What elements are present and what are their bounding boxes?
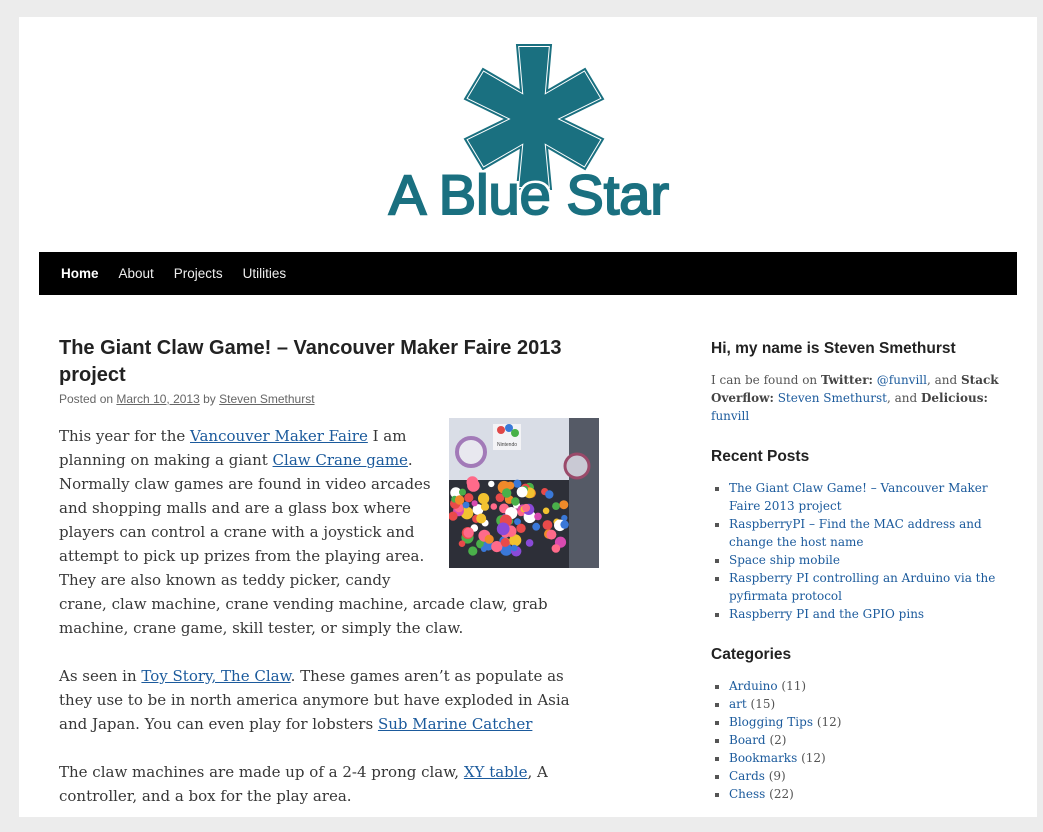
category-link[interactable]: Arduino <box>729 679 778 693</box>
category-link[interactable]: Board <box>729 733 766 747</box>
main-content: The Giant Claw Game! – Vancouver Maker F… <box>59 335 599 832</box>
list-item: The Giant Claw Game! – Vancouver Maker F… <box>729 479 1001 515</box>
sidebar: Hi, my name is Steven Smethurst I can be… <box>711 339 1001 825</box>
recent-posts-widget: Recent Posts The Giant Claw Game! – Vanc… <box>711 447 1001 623</box>
xy-table-link[interactable]: XY table <box>464 763 528 781</box>
post-title-link[interactable]: The Giant Claw Game! – Vancouver Maker F… <box>59 337 561 386</box>
category-count: (15) <box>746 697 776 711</box>
category-count: (11) <box>777 679 807 693</box>
twitter-link[interactable]: @funvill <box>877 373 927 387</box>
category-link[interactable]: Bookmarks <box>729 751 797 765</box>
recent-post-link[interactable]: RaspberryPI – Find the MAC address and c… <box>729 517 982 549</box>
category-link[interactable]: art <box>729 697 747 711</box>
category-count: (12) <box>797 751 826 765</box>
recent-post-link[interactable]: Raspberry PI controlling an Arduino via … <box>729 571 995 603</box>
about-text: I can be found on Twitter: @funvill, and… <box>711 371 1001 425</box>
list-item: Raspberry PI controlling an Arduino via … <box>729 569 1001 605</box>
recent-post-link[interactable]: Raspberry PI and the GPIO pins <box>729 607 924 621</box>
about-widget: Hi, my name is Steven Smethurst I can be… <box>711 339 1001 425</box>
p2-text-1: As seen in <box>59 667 142 685</box>
list-item: Arduino (11) <box>729 677 1001 695</box>
post-meta: Posted on March 10, 2013 by Steven Smeth… <box>59 390 599 408</box>
about-widget-title: Hi, my name is Steven Smethurst <box>711 340 956 357</box>
recent-post-link[interactable]: Space ship mobile <box>729 553 840 567</box>
logo-wordmark-outline: A Blue Star <box>389 163 669 225</box>
main-nav: Home About Projects Utilities <box>39 252 1017 295</box>
post-body: Nintendo This year for the Vancouver Mak… <box>59 418 599 808</box>
photo-sign-text: Nintendo <box>497 442 517 448</box>
category-count: (12) <box>813 715 842 729</box>
list-item: Chess (22) <box>729 785 1001 803</box>
site-logo: A Blue Star A Blue Star <box>385 43 673 225</box>
about-text-1: I can be found on <box>711 373 821 387</box>
post-author-link[interactable]: Steven Smethurst <box>219 392 314 406</box>
category-count: (9) <box>764 769 786 783</box>
list-item: Cards (9) <box>729 767 1001 785</box>
categories-title: Categories <box>711 646 792 663</box>
categories-list: Arduino (11) art (15) Blogging Tips (12)… <box>711 677 1001 803</box>
list-item: RaspberryPI – Find the MAC address and c… <box>729 515 1001 551</box>
category-link[interactable]: Chess <box>729 787 765 801</box>
page: A Blue Star A Blue Star Home About Proje… <box>19 17 1037 817</box>
category-count: (2) <box>765 733 787 747</box>
claw-machine-photo[interactable]: Nintendo <box>449 418 599 568</box>
paragraph-2: As seen in Toy Story, The Claw. These ga… <box>59 664 599 736</box>
list-item: Board (2) <box>729 731 1001 749</box>
vancouver-maker-faire-link[interactable]: Vancouver Maker Faire <box>190 427 368 445</box>
list-item: Bookmarks (12) <box>729 749 1001 767</box>
paragraph-3: The claw machines are made up of a 2-4 p… <box>59 760 599 808</box>
nav-utilities[interactable]: Utilities <box>233 252 297 295</box>
list-item: art (15) <box>729 695 1001 713</box>
posted-on-label: Posted on <box>59 392 114 406</box>
nav-projects[interactable]: Projects <box>164 252 233 295</box>
stackoverflow-link[interactable]: Steven Smethurst <box>778 391 887 405</box>
p1-text-1: This year for the <box>59 427 191 445</box>
category-link[interactable]: Blogging Tips <box>729 715 813 729</box>
delicious-label: Delicious: <box>920 391 988 405</box>
list-item: Raspberry PI and the GPIO pins <box>729 605 1001 623</box>
sub-marine-catcher-link[interactable]: Sub Marine Catcher <box>378 715 532 733</box>
delicious-link[interactable]: funvill <box>711 409 749 423</box>
list-item: Space ship mobile <box>729 551 1001 569</box>
category-link[interactable]: Cards <box>729 769 765 783</box>
twitter-label: Twitter: <box>820 373 873 387</box>
claw-machine-image: Nintendo <box>449 418 599 568</box>
p3-text-1: The claw machines are made up of a 2-4 p… <box>59 763 464 781</box>
categories-widget: Categories Arduino (11) art (15) Bloggin… <box>711 645 1001 803</box>
nav-about[interactable]: About <box>109 252 164 295</box>
post-date-link[interactable]: March 10, 2013 <box>116 392 199 406</box>
recent-post-link[interactable]: The Giant Claw Game! – Vancouver Maker F… <box>729 481 988 513</box>
toy-story-claw-link[interactable]: Toy Story, The Claw <box>141 667 290 685</box>
about-text-2: , and <box>926 373 961 387</box>
post-title: The Giant Claw Game! – Vancouver Maker F… <box>59 335 599 389</box>
nav-home[interactable]: Home <box>51 252 109 295</box>
category-count: (22) <box>765 787 794 801</box>
claw-crane-game-link[interactable]: Claw Crane game <box>273 451 408 469</box>
recent-posts-title: Recent Posts <box>711 448 810 465</box>
post: The Giant Claw Game! – Vancouver Maker F… <box>59 335 599 808</box>
list-item: Blogging Tips (12) <box>729 713 1001 731</box>
recent-posts-list: The Giant Claw Game! – Vancouver Maker F… <box>711 479 1001 623</box>
by-label: by <box>203 392 216 406</box>
site-header: A Blue Star A Blue Star <box>19 17 1037 252</box>
about-text-3: , and <box>886 391 921 405</box>
